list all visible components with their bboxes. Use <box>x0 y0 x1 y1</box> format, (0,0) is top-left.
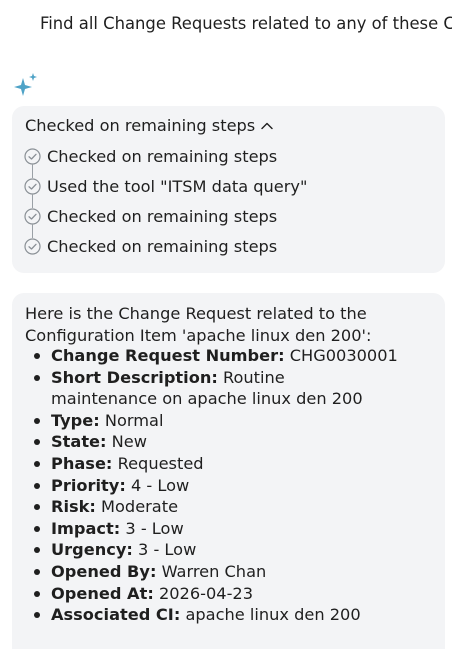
chevron-up-icon <box>261 122 273 130</box>
reasoning-steps-panel: Checked on remaining steps Checked on re… <box>12 106 445 273</box>
detail-change-request-number: Change Request Number: CHG0030001 <box>25 345 425 367</box>
detail-value: 3 - Low <box>125 518 184 538</box>
user-message: Find all Change Requests related to any … <box>40 14 452 33</box>
detail-urgency: Urgency: 3 - Low <box>25 539 425 561</box>
detail-key: Impact: <box>51 518 121 538</box>
detail-key: Type: <box>51 410 100 430</box>
steps-header-label: Checked on remaining steps <box>25 116 256 135</box>
detail-key: Risk: <box>51 497 96 517</box>
check-circle-icon <box>24 147 41 165</box>
check-circle-icon <box>24 177 41 195</box>
detail-value: Moderate <box>101 497 179 517</box>
check-circle-icon <box>24 237 41 255</box>
detail-value: Warren Chan <box>161 561 267 581</box>
chat-page: Find all Change Requests related to any … <box>0 0 452 649</box>
assistant-answer: Here is the Change Request related to th… <box>12 293 445 649</box>
detail-key: Phase: <box>51 453 113 473</box>
detail-priority: Priority: 4 - Low <box>25 475 425 497</box>
step-label: Used the tool "ITSM data query" <box>47 176 308 196</box>
detail-value: 4 - Low <box>130 475 190 495</box>
ai-sparkle-icon <box>14 73 37 96</box>
detail-type: Type: Normal <box>25 410 425 432</box>
step-label: Checked on remaining steps <box>47 206 278 226</box>
detail-short-description: Short Description: Routine maintenance o… <box>25 367 391 410</box>
detail-state: State: New <box>25 431 425 453</box>
detail-key: Change Request Number: <box>51 346 285 365</box>
answer-intro: Here is the Change Request related to th… <box>25 304 372 345</box>
detail-value: apache linux den 200 <box>185 605 361 625</box>
detail-phase: Phase: Requested <box>25 453 425 475</box>
detail-key: Urgency: <box>51 540 133 560</box>
steps-list: Checked on remaining steps Used the tool… <box>24 141 307 261</box>
detail-opened-by: Opened By: Warren Chan <box>25 561 425 583</box>
detail-associated-ci: Associated CI: apache linux den 200 <box>25 604 425 626</box>
detail-impact: Impact: 3 - Low <box>25 518 425 540</box>
step-item: Checked on remaining steps <box>24 201 307 238</box>
steps-toggle[interactable]: Checked on remaining steps <box>25 114 274 138</box>
detail-key: Short Description: <box>51 367 218 387</box>
detail-value: CHG0030001 <box>289 346 398 365</box>
detail-risk: Risk: Moderate <box>25 496 425 518</box>
detail-opened-at: Opened At: 2026-04-23 <box>25 583 425 605</box>
detail-key: Associated CI: <box>51 605 181 625</box>
detail-value: New <box>111 432 147 452</box>
step-item: Used the tool "ITSM data query" <box>24 171 308 208</box>
detail-key: Priority: <box>51 475 126 495</box>
detail-value: 2026-04-23 <box>158 583 254 603</box>
detail-value: Normal <box>104 410 164 430</box>
step-label: Checked on remaining steps <box>47 236 278 256</box>
detail-key: Opened At: <box>51 583 154 603</box>
detail-key: State: <box>51 432 107 452</box>
detail-value: 3 - Low <box>138 540 197 560</box>
step-item: Checked on remaining steps <box>24 231 307 261</box>
change-request-details: Change Request Number: CHG0030001 Short … <box>25 345 425 626</box>
detail-key: Opened By: <box>51 561 157 581</box>
detail-value: Requested <box>117 453 204 473</box>
step-label: Checked on remaining steps <box>47 146 278 166</box>
step-item: Checked on remaining steps <box>24 141 307 178</box>
check-circle-icon <box>24 207 41 225</box>
